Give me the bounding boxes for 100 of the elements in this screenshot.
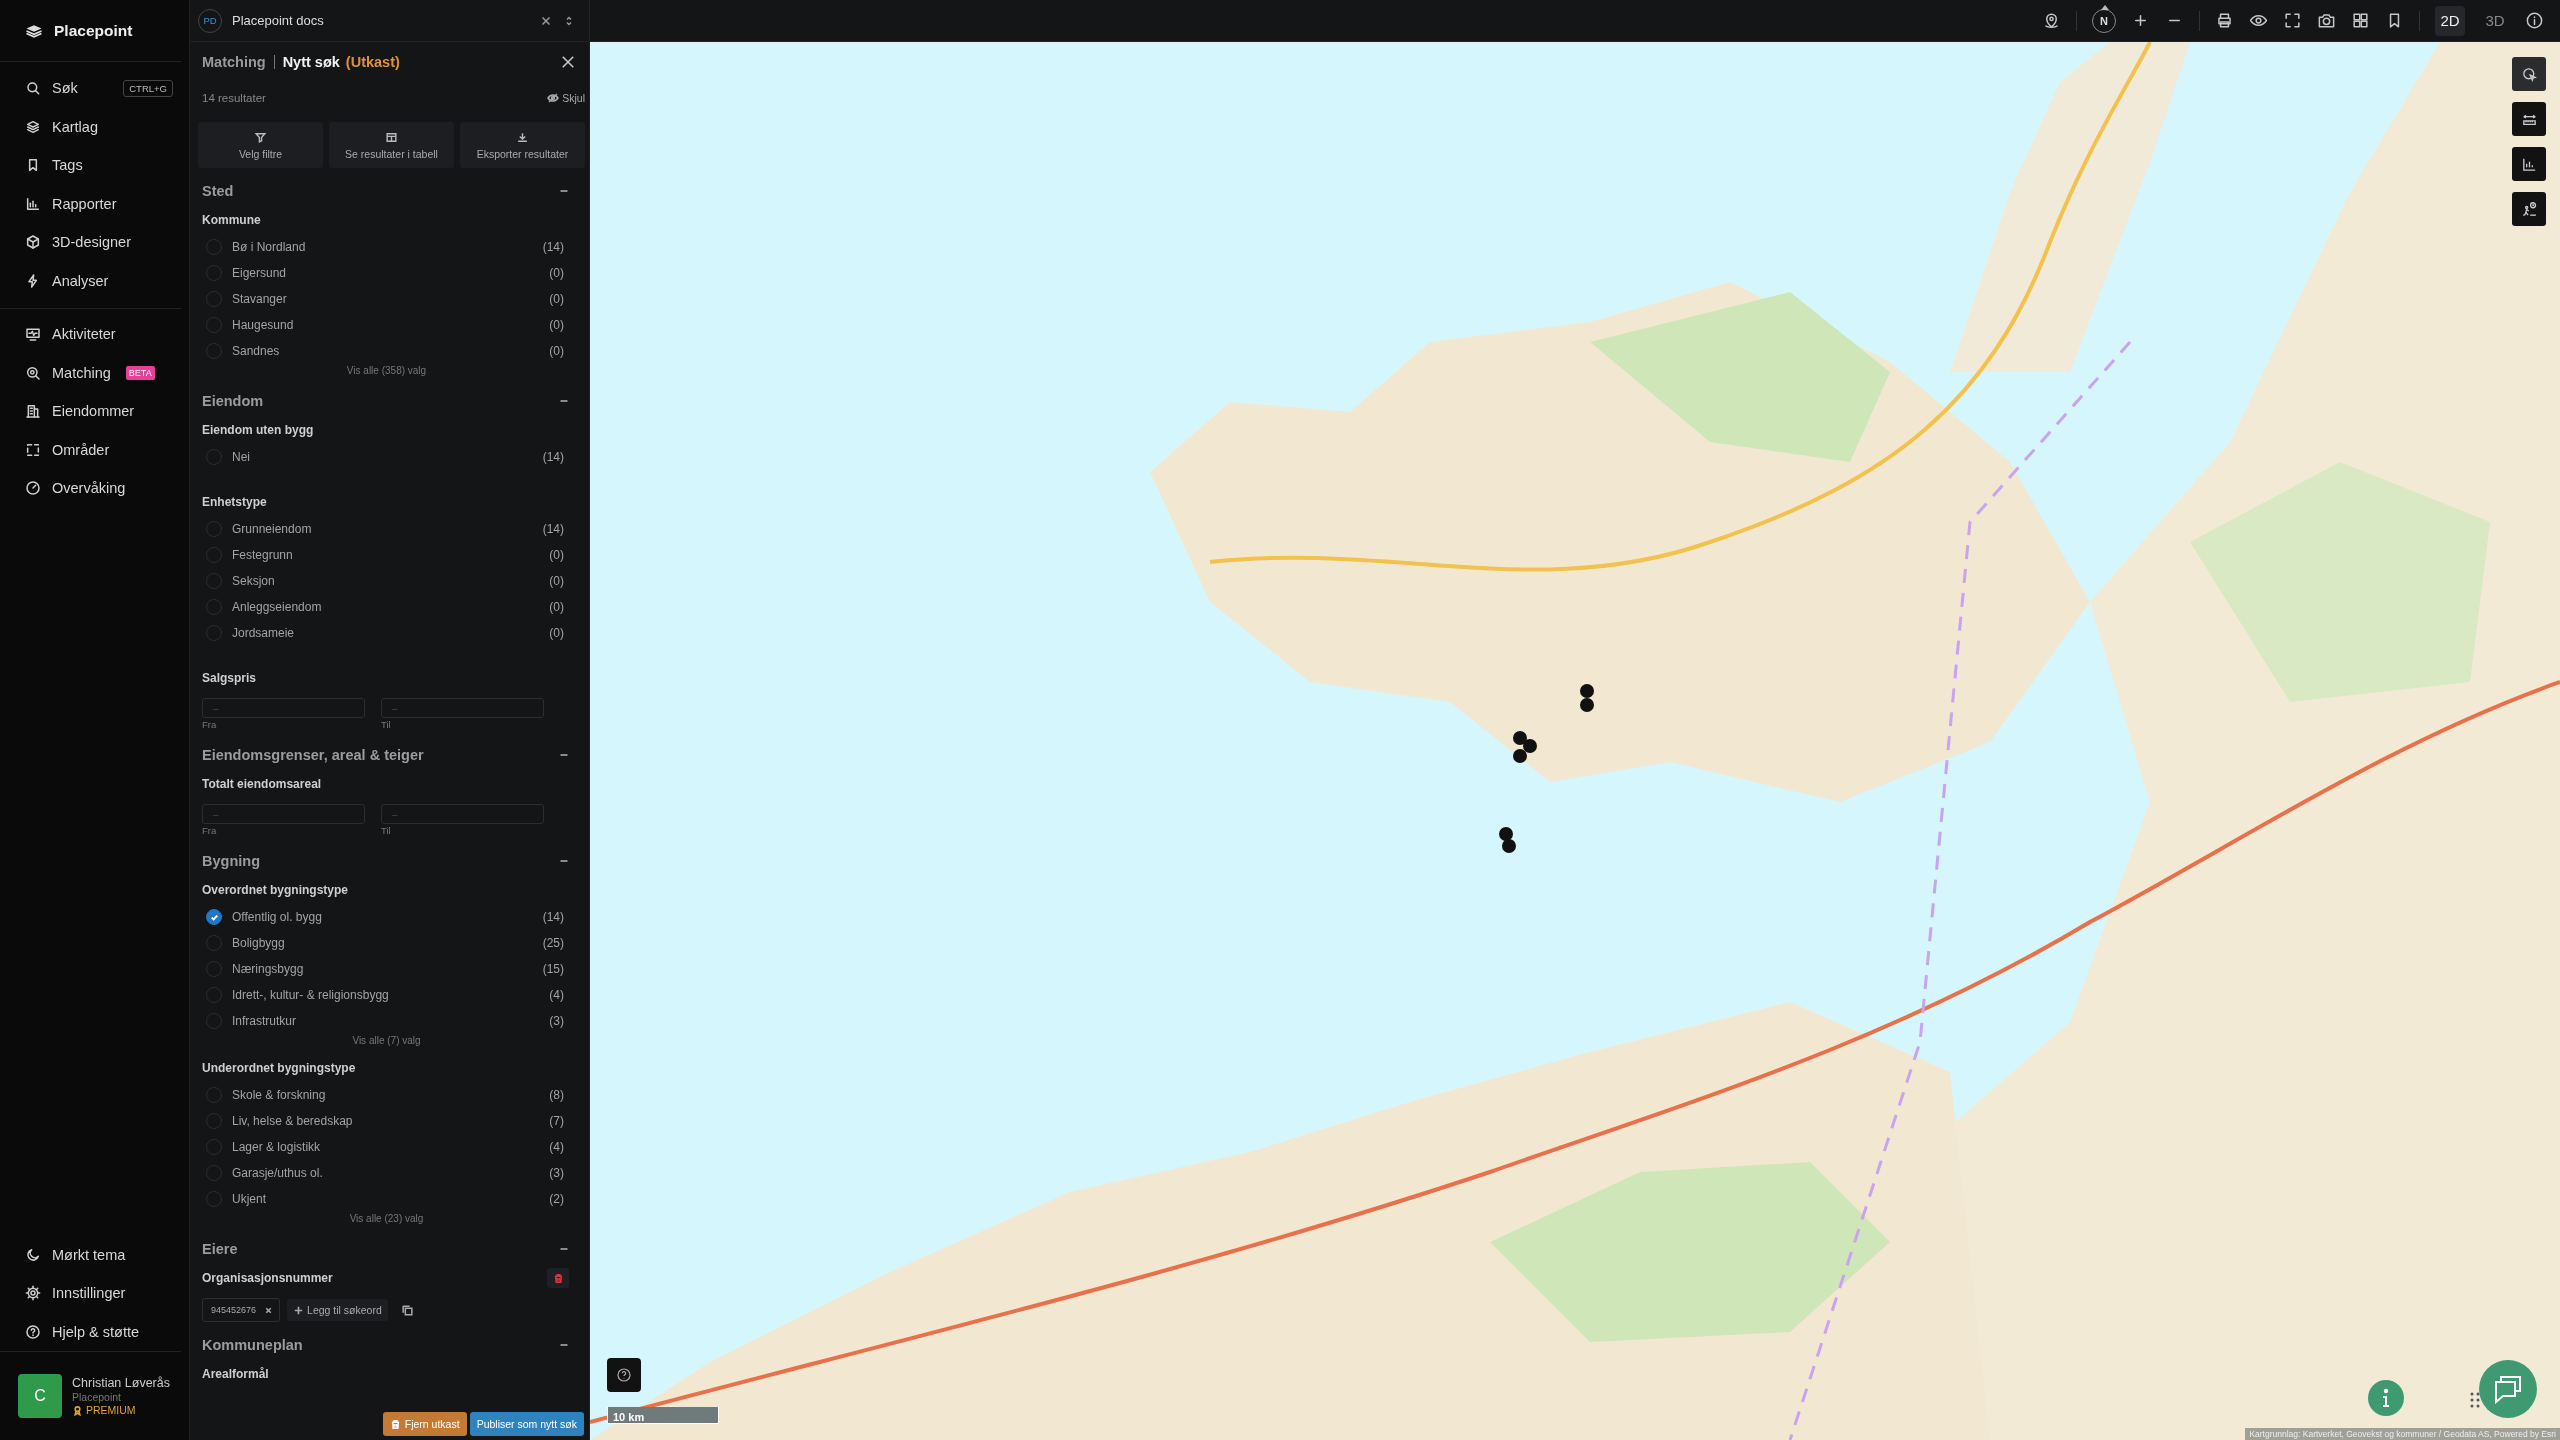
close-icon[interactable] xyxy=(559,53,577,71)
nav-item[interactable]: Rapporter xyxy=(0,184,181,223)
view-mode-toggle[interactable]: 2D xyxy=(2435,5,2465,36)
input-field[interactable]: – xyxy=(202,804,365,824)
nav-item[interactable]: Matching BETA xyxy=(0,353,181,392)
hide-link[interactable]: Skjul xyxy=(547,92,585,104)
filter-option[interactable]: Stavanger (0) xyxy=(202,286,571,312)
trash-icon xyxy=(552,1272,564,1284)
nav-item[interactable]: Tags xyxy=(0,146,181,185)
gauge-icon xyxy=(25,480,41,497)
filter-option[interactable]: Nei (14) xyxy=(202,444,571,470)
grid-icon[interactable] xyxy=(2351,11,2370,30)
nav-item[interactable]: Hjelp & støtte xyxy=(0,1312,181,1351)
filter-option[interactable]: Idrett-, kultur- & religionsbygg (4) xyxy=(202,982,571,1008)
filter-option[interactable]: Jordsameie (0) xyxy=(202,620,571,646)
drag-handle-icon[interactable] xyxy=(2470,1392,2480,1408)
map-tool-button[interactable] xyxy=(2512,102,2546,136)
option-count: (0) xyxy=(549,548,564,562)
nav-item[interactable]: Mørkt tema xyxy=(0,1235,181,1274)
user-organization: Placepoint xyxy=(72,1391,123,1403)
filter-option[interactable]: Sandnes (0) xyxy=(202,338,571,364)
settings-icon xyxy=(25,1285,41,1302)
filter-option[interactable]: Liv, helse & beredskap (7) xyxy=(202,1108,571,1134)
nav-item[interactable]: Analyser xyxy=(0,261,181,300)
filter-option[interactable]: Haugesund (0) xyxy=(202,312,571,338)
section-title: Eiendomsgrenser, areal & teiger xyxy=(202,747,424,763)
option-count: (4) xyxy=(549,988,564,1002)
chat-icon[interactable] xyxy=(2479,1360,2537,1418)
nav-item[interactable]: Aktiviteter xyxy=(0,315,181,354)
layers-icon xyxy=(25,118,41,135)
input-field[interactable]: – xyxy=(381,804,544,824)
download-icon xyxy=(516,130,529,144)
group-title: Salgspris xyxy=(202,671,257,685)
user-name: Christian Løverås xyxy=(72,1376,170,1390)
dashed-square-icon xyxy=(25,441,41,458)
filter-option[interactable]: Ukjent (2) xyxy=(202,1186,571,1212)
document-title[interactable]: Placepoint docs xyxy=(232,13,539,28)
input-field[interactable]: – xyxy=(381,698,544,718)
table-icon xyxy=(385,130,398,144)
group-title: Enhetstype xyxy=(202,495,267,509)
award-icon xyxy=(72,1404,83,1416)
filter-option[interactable]: Bø i Nordland (14) xyxy=(202,234,571,260)
show-all-link[interactable]: Vis alle (7) valg xyxy=(352,1034,421,1048)
view-mode-toggle[interactable]: 3D xyxy=(2480,5,2510,36)
filter-option[interactable]: Boligbygg (25) xyxy=(202,930,571,956)
show-all-link[interactable]: Vis alle (358) valg xyxy=(346,364,427,378)
help-button[interactable] xyxy=(607,1358,641,1392)
search-icon xyxy=(25,80,41,97)
nav-item[interactable]: Søk CTRL+G xyxy=(0,69,181,108)
group-title: Arealformål xyxy=(202,1367,269,1381)
delete-button[interactable] xyxy=(547,1268,569,1288)
filter-option[interactable]: Seksjon (0) xyxy=(202,568,571,594)
action-button[interactable]: Velg filtre xyxy=(198,122,323,168)
checkbox[interactable] xyxy=(206,909,222,925)
show-all-link[interactable]: Vis alle (23) valg xyxy=(349,1212,424,1226)
filter-option[interactable]: Anleggseiendom (0) xyxy=(202,594,571,620)
fullscreen-icon[interactable] xyxy=(2283,11,2302,30)
user-avatar[interactable]: C xyxy=(18,1374,62,1418)
filter-option[interactable]: Festegrunn (0) xyxy=(202,542,571,568)
print-icon[interactable] xyxy=(2215,11,2234,30)
filter-option[interactable]: Skole & forskning (8) xyxy=(202,1082,571,1108)
publish-button[interactable]: Publiser som nytt søk xyxy=(469,1412,584,1436)
group-title: Totalt eiendomsareal xyxy=(202,777,322,791)
scale-bar: 10 km xyxy=(607,1407,719,1424)
action-button[interactable]: Se resultater i tabell xyxy=(329,122,454,168)
nav-item[interactable]: Overvåking xyxy=(0,469,181,508)
group-title: Underordnet bygningstype xyxy=(202,1061,356,1075)
cursor-target-icon xyxy=(2520,65,2538,83)
nav-item[interactable]: Eiendommer xyxy=(0,392,181,431)
breadcrumb-link[interactable]: Matching xyxy=(202,54,266,70)
map-tool-button[interactable] xyxy=(2512,192,2546,226)
nav-item[interactable]: 3D-designer xyxy=(0,223,181,262)
monitor-icon xyxy=(25,326,41,343)
add-keyword-button[interactable]: Legg til søkeord xyxy=(287,1299,388,1321)
map-tool-button[interactable] xyxy=(2512,57,2546,91)
camera-icon[interactable] xyxy=(2317,11,2336,30)
remove-icon[interactable] xyxy=(264,1305,274,1315)
filter-option[interactable]: Næringsbygg (15) xyxy=(202,956,571,982)
plus-icon xyxy=(293,1304,305,1316)
input-field[interactable]: – xyxy=(202,698,365,718)
action-button[interactable]: Eksporter resultater xyxy=(460,122,585,168)
copy-icon[interactable] xyxy=(400,1303,414,1317)
filter-option[interactable]: Lager & logistikk (4) xyxy=(202,1134,571,1160)
filter-option[interactable]: Eigersund (0) xyxy=(202,260,571,286)
filter-option[interactable]: Grunneiendom (14) xyxy=(202,516,571,542)
nav-item[interactable]: Områder xyxy=(0,430,181,469)
option-count: (4) xyxy=(549,1140,564,1154)
nav-item[interactable]: Innstillinger xyxy=(0,1274,181,1313)
map-tool-button[interactable] xyxy=(2512,147,2546,181)
group-title: Eiendom uten bygg xyxy=(202,423,314,437)
nav-item[interactable]: Kartlag xyxy=(0,107,181,146)
filter-option[interactable]: Garasje/uthus ol. (3) xyxy=(202,1160,571,1186)
filter-option[interactable]: Infrastrutkur (3) xyxy=(202,1008,571,1034)
info-icon[interactable] xyxy=(2525,11,2544,30)
building-icon xyxy=(25,403,41,420)
tag-chip[interactable]: 945452676 xyxy=(202,1298,281,1322)
help-icon xyxy=(616,1367,632,1383)
brand-name: Placepoint xyxy=(54,21,133,40)
filter-option[interactable]: Offentlig ol. bygg (14) xyxy=(202,904,571,930)
map-pin-icon[interactable] xyxy=(2042,11,2061,30)
